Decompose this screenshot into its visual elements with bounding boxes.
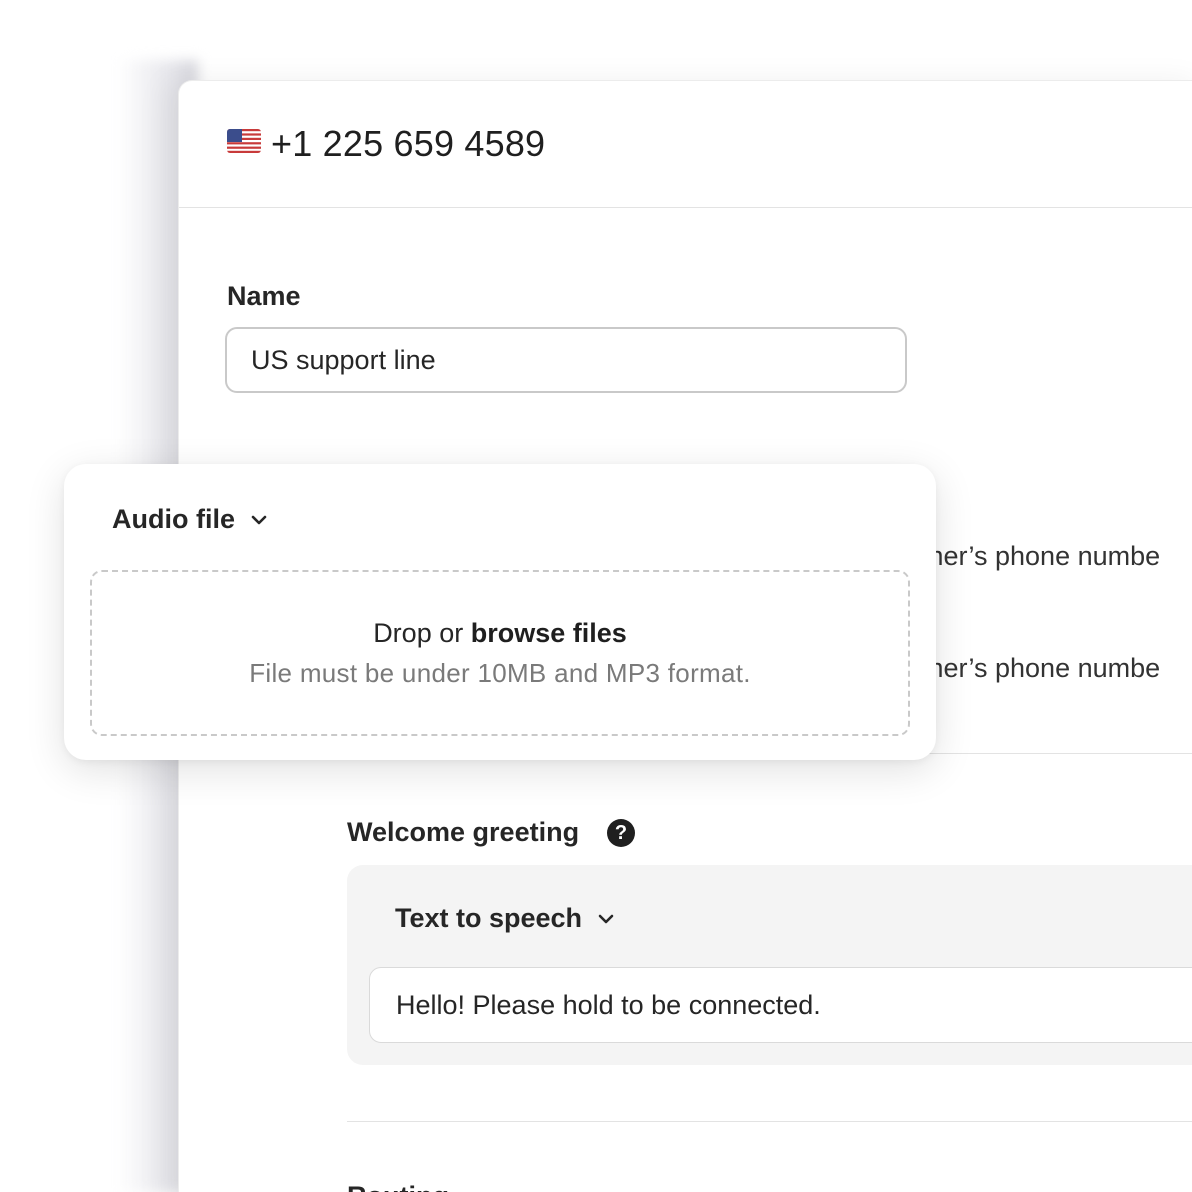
file-dropzone[interactable]: Drop or browse files File must be under … [90, 570, 910, 736]
greeting-message-input[interactable] [369, 967, 1192, 1043]
text-to-speech-label: Text to speech [395, 903, 583, 933]
phone-number-title: +1 225 659 4589 [271, 123, 546, 164]
browse-files-link[interactable]: browse files [471, 618, 627, 648]
name-label: Name [227, 281, 301, 311]
panel-header: +1 225 659 4589 [179, 81, 1192, 208]
name-input[interactable] [225, 327, 907, 393]
us-flag-icon [227, 129, 261, 153]
welcome-greeting-box: Text to speech [347, 865, 1192, 1065]
text-to-speech-dropdown[interactable]: Text to speech [395, 903, 616, 934]
stage: +1 225 659 4589 Name mer’s phone numbe m… [0, 0, 1192, 1192]
option-description-2: mer’s phone numbe [921, 653, 1161, 683]
audio-file-dropdown[interactable]: Audio file [112, 504, 269, 535]
audio-file-card: Audio file Drop or browse files File mus… [64, 464, 936, 760]
file-requirements-hint: File must be under 10MB and MP3 format. [249, 658, 751, 688]
drop-instruction: Drop or browse files [92, 618, 908, 649]
chevron-down-icon [596, 909, 616, 929]
next-section-label: Routing [347, 1181, 449, 1192]
audio-file-label: Audio file [112, 504, 235, 534]
welcome-greeting-label: Welcome greeting [347, 817, 580, 847]
option-description-1: mer’s phone numbe [921, 541, 1161, 571]
chevron-down-icon [249, 510, 269, 530]
help-icon[interactable]: ? [607, 819, 635, 847]
drop-text: Drop or [373, 618, 464, 648]
section-divider-2 [347, 1121, 1192, 1122]
